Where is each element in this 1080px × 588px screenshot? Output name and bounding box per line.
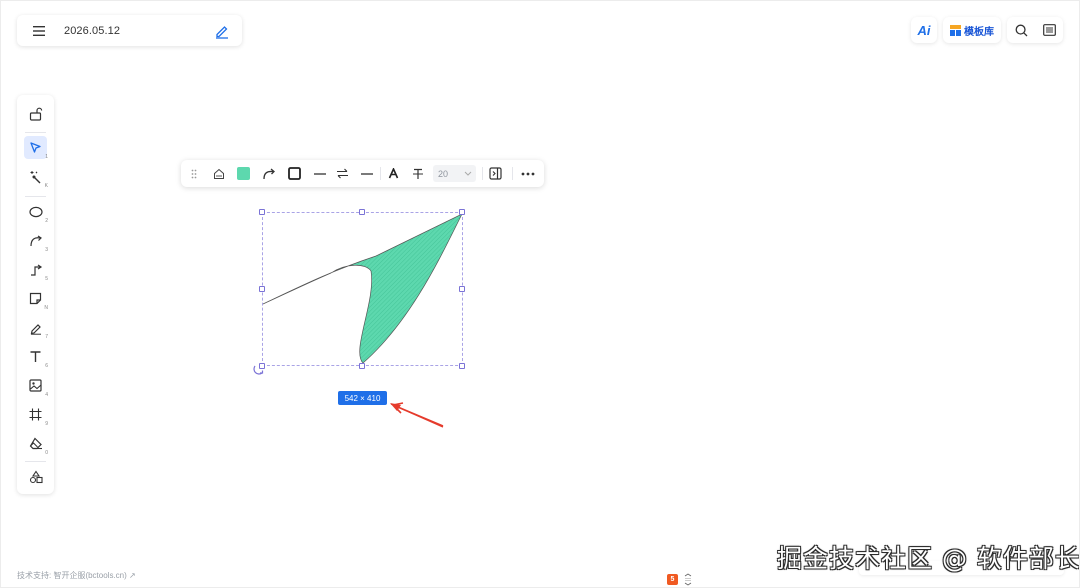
drawing-layer bbox=[262, 213, 463, 428]
rotate-handle-icon[interactable] bbox=[253, 362, 265, 375]
resize-handle-n[interactable] bbox=[359, 209, 365, 215]
resize-handle-e[interactable] bbox=[459, 286, 465, 292]
resize-handle-s[interactable] bbox=[359, 363, 365, 369]
selection-box[interactable] bbox=[262, 212, 463, 366]
resize-handle-w[interactable] bbox=[259, 286, 265, 292]
watermark-text: 掘金技术社区 @ 软件部长 bbox=[777, 544, 1080, 573]
dimension-badge: 542 × 410 bbox=[338, 391, 387, 405]
app-logo: 5 bbox=[667, 574, 678, 585]
resize-handle-nw[interactable] bbox=[259, 209, 265, 215]
annotation-arrow bbox=[392, 402, 444, 427]
tech-support-link[interactable]: 技术支持: 智开企服(bctools.cn) ↗ bbox=[17, 570, 136, 581]
expand-collapse-icon[interactable] bbox=[684, 573, 692, 586]
resize-handle-ne[interactable] bbox=[459, 209, 465, 215]
whiteboard-canvas[interactable]: 2026.05.12 Ai 模板库 1 K 2 3 5 N 7 6 4 9 0 … bbox=[0, 0, 1080, 588]
resize-handle-se[interactable] bbox=[459, 363, 465, 369]
